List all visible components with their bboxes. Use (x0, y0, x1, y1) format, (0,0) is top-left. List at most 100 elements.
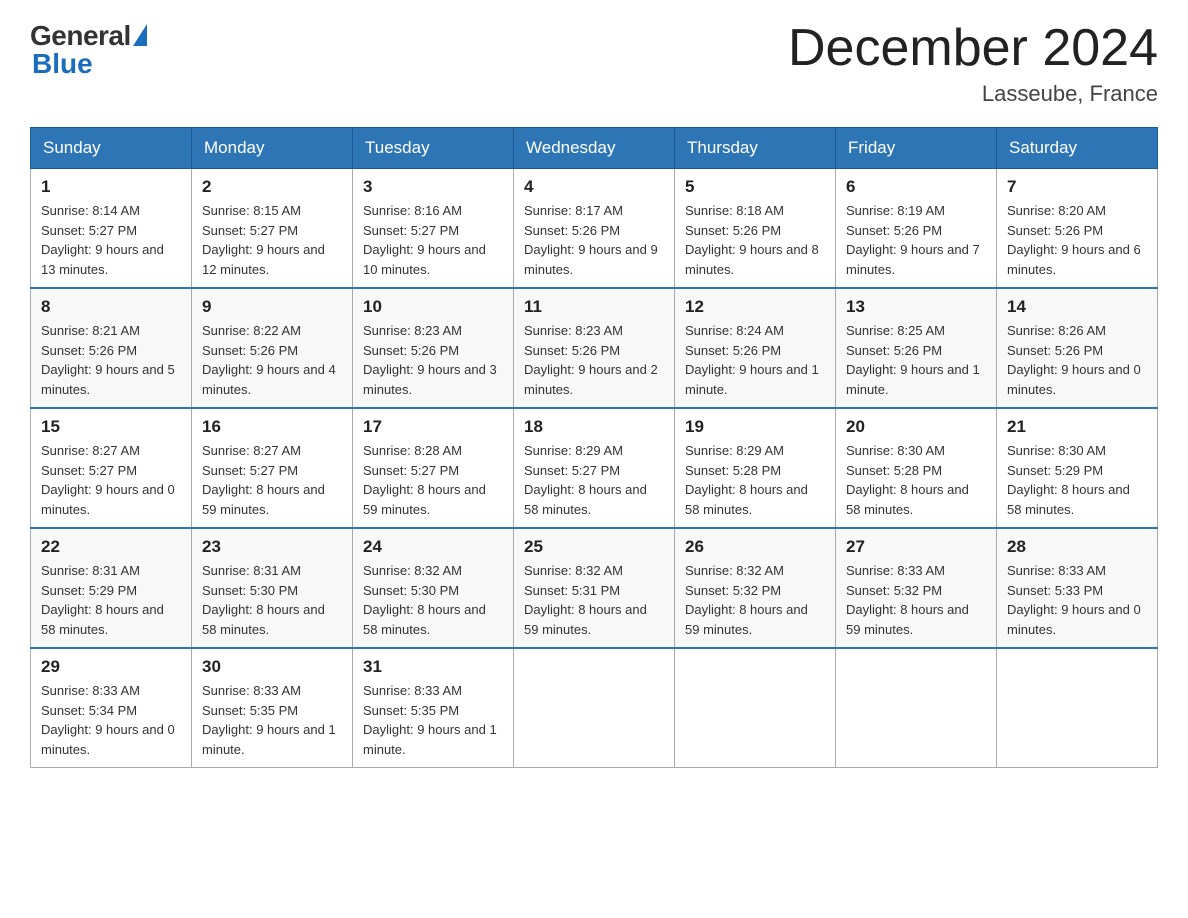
table-row: 15Sunrise: 8:27 AMSunset: 5:27 PMDayligh… (31, 408, 192, 528)
day-info: Sunrise: 8:15 AMSunset: 5:27 PMDaylight:… (202, 201, 342, 279)
day-info: Sunrise: 8:24 AMSunset: 5:26 PMDaylight:… (685, 321, 825, 399)
day-info: Sunrise: 8:16 AMSunset: 5:27 PMDaylight:… (363, 201, 503, 279)
day-info: Sunrise: 8:29 AMSunset: 5:27 PMDaylight:… (524, 441, 664, 519)
header-saturday: Saturday (997, 128, 1158, 169)
day-info: Sunrise: 8:32 AMSunset: 5:31 PMDaylight:… (524, 561, 664, 639)
day-info: Sunrise: 8:31 AMSunset: 5:30 PMDaylight:… (202, 561, 342, 639)
day-info: Sunrise: 8:31 AMSunset: 5:29 PMDaylight:… (41, 561, 181, 639)
day-info: Sunrise: 8:33 AMSunset: 5:32 PMDaylight:… (846, 561, 986, 639)
day-info: Sunrise: 8:23 AMSunset: 5:26 PMDaylight:… (363, 321, 503, 399)
day-number: 7 (1007, 177, 1147, 197)
day-info: Sunrise: 8:27 AMSunset: 5:27 PMDaylight:… (202, 441, 342, 519)
day-number: 10 (363, 297, 503, 317)
day-number: 23 (202, 537, 342, 557)
table-row: 2 Sunrise: 8:15 AMSunset: 5:27 PMDaylight… (192, 169, 353, 289)
header-friday: Friday (836, 128, 997, 169)
table-row: 1 Sunrise: 8:14 AMSunset: 5:27 PMDaylight… (31, 169, 192, 289)
day-number: 25 (524, 537, 664, 557)
header-thursday: Thursday (675, 128, 836, 169)
month-title: December 2024 (788, 20, 1158, 77)
table-row: 19Sunrise: 8:29 AMSunset: 5:28 PMDayligh… (675, 408, 836, 528)
day-info: Sunrise: 8:33 AMSunset: 5:35 PMDaylight:… (202, 681, 342, 759)
day-number: 30 (202, 657, 342, 677)
day-number: 2 (202, 177, 342, 197)
logo-triangle-icon (133, 24, 147, 46)
calendar-table: Sunday Monday Tuesday Wednesday Thursday… (30, 127, 1158, 768)
day-number: 15 (41, 417, 181, 437)
table-row: 29Sunrise: 8:33 AMSunset: 5:34 PMDayligh… (31, 648, 192, 768)
day-info: Sunrise: 8:32 AMSunset: 5:32 PMDaylight:… (685, 561, 825, 639)
table-row (997, 648, 1158, 768)
day-number: 22 (41, 537, 181, 557)
table-row: 6 Sunrise: 8:19 AMSunset: 5:26 PMDaylight… (836, 169, 997, 289)
table-row: 5Sunrise: 8:18 AMSunset: 5:26 PMDaylight… (675, 169, 836, 289)
calendar-week-row: 15 Sunrise: 8:27 AMSunset: 5:27 PMDayligh… (31, 408, 1158, 528)
table-row: 4 Sunrise: 8:17 AMSunset: 5:26 PMDaylight… (514, 169, 675, 289)
calendar-week-row: 22 Sunrise: 8:31 AMSunset: 5:29 PMDayligh… (31, 528, 1158, 648)
calendar-week-row: 8 Sunrise: 8:21 AMSunset: 5:26 PMDaylight… (31, 288, 1158, 408)
table-row (514, 648, 675, 768)
table-row (675, 648, 836, 768)
title-section: December 2024 Lasseube, France (788, 20, 1158, 107)
table-row: 3 Sunrise: 8:16 AMSunset: 5:27 PMDaylight… (353, 169, 514, 289)
table-row: 7 Sunrise: 8:20 AMSunset: 5:26 PMDaylight… (997, 169, 1158, 289)
day-info: Sunrise: 8:25 AMSunset: 5:26 PMDaylight:… (846, 321, 986, 399)
logo-blue-text: Blue (32, 48, 93, 80)
day-info: Sunrise: 8:29 AMSunset: 5:28 PMDaylight:… (685, 441, 825, 519)
day-info: Sunrise: 8:21 AMSunset: 5:26 PMDaylight:… (41, 321, 181, 399)
table-row: 20 Sunrise: 8:30 AMSunset: 5:28 PMDayligh… (836, 408, 997, 528)
day-info: Sunrise: 8:26 AMSunset: 5:26 PMDaylight:… (1007, 321, 1147, 399)
day-info: Sunrise: 8:14 AMSunset: 5:27 PMDaylight:… (41, 201, 181, 279)
table-row (836, 648, 997, 768)
day-number: 16 (202, 417, 342, 437)
day-number: 14 (1007, 297, 1147, 317)
day-info: Sunrise: 8:30 AMSunset: 5:28 PMDaylight:… (846, 441, 986, 519)
day-number: 27 (846, 537, 986, 557)
day-info: Sunrise: 8:22 AMSunset: 5:26 PMDaylight:… (202, 321, 342, 399)
table-row: 16 Sunrise: 8:27 AMSunset: 5:27 PMDayligh… (192, 408, 353, 528)
day-number: 4 (524, 177, 664, 197)
day-info: Sunrise: 8:28 AMSunset: 5:27 PMDaylight:… (363, 441, 503, 519)
day-number: 6 (846, 177, 986, 197)
day-number: 26 (685, 537, 825, 557)
header-wednesday: Wednesday (514, 128, 675, 169)
day-info: Sunrise: 8:20 AMSunset: 5:26 PMDaylight:… (1007, 201, 1147, 279)
table-row: 9 Sunrise: 8:22 AMSunset: 5:26 PMDaylight… (192, 288, 353, 408)
page-header: General Blue December 2024 Lasseube, Fra… (30, 20, 1158, 107)
table-row: 13Sunrise: 8:25 AMSunset: 5:26 PMDayligh… (836, 288, 997, 408)
header-sunday: Sunday (31, 128, 192, 169)
logo: General Blue (30, 20, 147, 80)
day-number: 1 (41, 177, 181, 197)
day-number: 18 (524, 417, 664, 437)
table-row: 28Sunrise: 8:33 AMSunset: 5:33 PMDayligh… (997, 528, 1158, 648)
day-number: 5 (685, 177, 825, 197)
day-number: 8 (41, 297, 181, 317)
table-row: 30 Sunrise: 8:33 AMSunset: 5:35 PMDayligh… (192, 648, 353, 768)
location-label: Lasseube, France (788, 81, 1158, 107)
table-row: 10 Sunrise: 8:23 AMSunset: 5:26 PMDayligh… (353, 288, 514, 408)
day-number: 21 (1007, 417, 1147, 437)
table-row: 12 Sunrise: 8:24 AMSunset: 5:26 PMDayligh… (675, 288, 836, 408)
day-number: 31 (363, 657, 503, 677)
table-row: 8 Sunrise: 8:21 AMSunset: 5:26 PMDaylight… (31, 288, 192, 408)
day-number: 11 (524, 297, 664, 317)
day-number: 20 (846, 417, 986, 437)
table-row: 27 Sunrise: 8:33 AMSunset: 5:32 PMDayligh… (836, 528, 997, 648)
day-info: Sunrise: 8:33 AMSunset: 5:34 PMDaylight:… (41, 681, 181, 759)
table-row: 18 Sunrise: 8:29 AMSunset: 5:27 PMDayligh… (514, 408, 675, 528)
day-info: Sunrise: 8:23 AMSunset: 5:26 PMDaylight:… (524, 321, 664, 399)
day-info: Sunrise: 8:33 AMSunset: 5:35 PMDaylight:… (363, 681, 503, 759)
calendar-week-row: 29Sunrise: 8:33 AMSunset: 5:34 PMDayligh… (31, 648, 1158, 768)
calendar-week-row: 1 Sunrise: 8:14 AMSunset: 5:27 PMDaylight… (31, 169, 1158, 289)
day-info: Sunrise: 8:19 AMSunset: 5:26 PMDaylight:… (846, 201, 986, 279)
table-row: 26 Sunrise: 8:32 AMSunset: 5:32 PMDayligh… (675, 528, 836, 648)
day-number: 9 (202, 297, 342, 317)
table-row: 25 Sunrise: 8:32 AMSunset: 5:31 PMDayligh… (514, 528, 675, 648)
day-info: Sunrise: 8:17 AMSunset: 5:26 PMDaylight:… (524, 201, 664, 279)
day-info: Sunrise: 8:30 AMSunset: 5:29 PMDaylight:… (1007, 441, 1147, 519)
table-row: 22 Sunrise: 8:31 AMSunset: 5:29 PMDayligh… (31, 528, 192, 648)
day-number: 12 (685, 297, 825, 317)
day-number: 3 (363, 177, 503, 197)
day-number: 17 (363, 417, 503, 437)
table-row: 11 Sunrise: 8:23 AMSunset: 5:26 PMDayligh… (514, 288, 675, 408)
